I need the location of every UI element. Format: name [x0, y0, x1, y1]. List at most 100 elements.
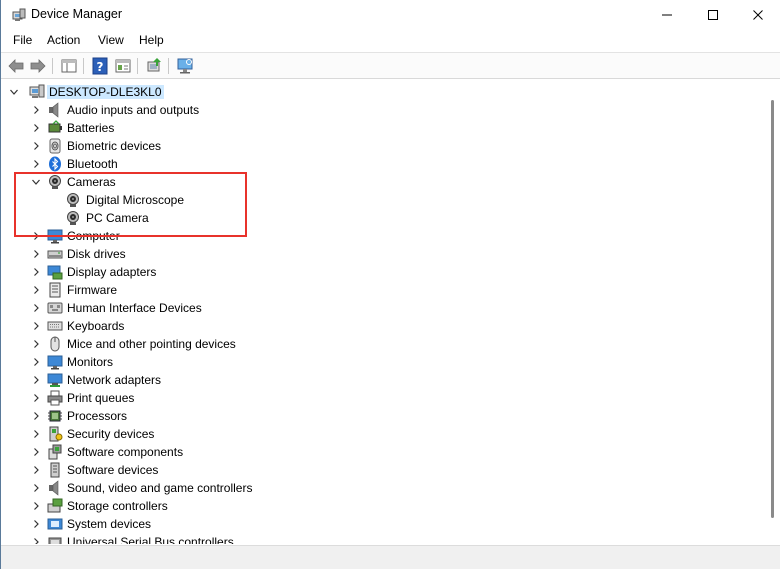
tree-device-row[interactable]: Digital Microscope [2, 191, 742, 209]
network-adapter-icon [47, 372, 63, 388]
chevron-right-icon[interactable] [31, 356, 41, 368]
scan-hardware-icon[interactable] [176, 57, 194, 75]
keyboard-icon [47, 318, 63, 334]
tree-category-row[interactable]: Print queues [2, 389, 742, 407]
chevron-right-icon[interactable] [31, 374, 41, 386]
tree-category-row[interactable]: Disk drives [2, 245, 742, 263]
menu-action[interactable]: Action [47, 33, 80, 47]
tree-category-label: Batteries [67, 121, 115, 135]
tree-category-row[interactable]: Biometric devices [2, 137, 742, 155]
tree-category-row[interactable]: Keyboards [2, 317, 742, 335]
title-bar[interactable]: Device Manager [1, 0, 780, 30]
chevron-right-icon[interactable] [31, 104, 41, 116]
tree-category-row[interactable]: Network adapters [2, 371, 742, 389]
root-label: DESKTOP-DLE3KL0 [47, 85, 164, 99]
chevron-down-icon[interactable] [31, 176, 41, 188]
chevron-right-icon[interactable] [31, 248, 41, 260]
chevron-right-icon[interactable] [31, 392, 41, 404]
tree-category-row[interactable]: Storage controllers [2, 497, 742, 515]
menu-bar: File Action View Help [1, 31, 780, 51]
chevron-right-icon[interactable] [31, 320, 41, 332]
tree-category-row[interactable]: Universal Serial Bus controllers [2, 533, 742, 544]
tree-device-row[interactable]: PC Camera [2, 209, 742, 227]
scrollbar-thumb[interactable] [771, 100, 774, 518]
tree-category-label: System devices [67, 517, 152, 531]
tree-category-label: Display adapters [67, 265, 157, 279]
fingerprint-icon [47, 138, 63, 154]
chevron-right-icon[interactable] [31, 500, 41, 512]
chevron-right-icon[interactable] [31, 464, 41, 476]
monitor-icon [47, 228, 63, 244]
help-icon[interactable]: ? [91, 57, 109, 75]
tree-category-row[interactable]: Monitors [2, 353, 742, 371]
tree-device-label: PC Camera [86, 211, 149, 225]
software-component-icon [47, 444, 63, 460]
tree-category-label: Monitors [67, 355, 114, 369]
tree-category-label: Software devices [67, 463, 159, 477]
monitor-icon [47, 354, 63, 370]
chevron-right-icon[interactable] [31, 536, 41, 544]
tree-category-row[interactable]: Batteries [2, 119, 742, 137]
tree-category-label: Mice and other pointing devices [67, 337, 236, 351]
software-device-icon [47, 462, 63, 478]
tree-category-row[interactable]: Computer [2, 227, 742, 245]
tree-category-row[interactable]: Audio inputs and outputs [2, 101, 742, 119]
back-icon[interactable] [7, 57, 25, 75]
chevron-right-icon[interactable] [31, 518, 41, 530]
chevron-right-icon[interactable] [31, 140, 41, 152]
tree-category-label: Bluetooth [67, 157, 118, 171]
chevron-right-icon[interactable] [31, 428, 41, 440]
menu-help[interactable]: Help [139, 33, 164, 47]
tree-category-row[interactable]: Security devices [2, 425, 742, 443]
speaker-icon [47, 102, 63, 118]
bluetooth-icon [47, 156, 63, 172]
battery-icon [47, 120, 63, 136]
chevron-right-icon[interactable] [31, 122, 41, 134]
tree-category-row[interactable]: Mice and other pointing devices [2, 335, 742, 353]
tree-root-computer[interactable]: DESKTOP-DLE3KL0 [2, 83, 742, 101]
update-driver-icon[interactable] [145, 57, 163, 75]
computer-icon [29, 84, 45, 100]
toolbar-separator [168, 58, 169, 74]
properties-icon[interactable] [114, 57, 132, 75]
tree-category-label: Sound, video and game controllers [67, 481, 253, 495]
forward-icon[interactable] [29, 57, 47, 75]
chevron-right-icon[interactable] [31, 338, 41, 350]
tree-category-row[interactable]: Software components [2, 443, 742, 461]
tree-category-row[interactable]: System devices [2, 515, 742, 533]
chevron-right-icon[interactable] [31, 482, 41, 494]
chevron-right-icon[interactable] [31, 230, 41, 242]
hid-icon [47, 300, 63, 316]
close-button[interactable] [735, 0, 780, 30]
mouse-icon [47, 336, 63, 352]
maximize-button[interactable] [690, 0, 736, 30]
chevron-down-icon[interactable] [9, 86, 19, 98]
processor-icon [47, 408, 63, 424]
minimize-button[interactable] [644, 0, 690, 30]
window-title: Device Manager [31, 7, 123, 21]
chevron-right-icon[interactable] [31, 284, 41, 296]
chevron-right-icon[interactable] [31, 302, 41, 314]
show-hide-console-tree-icon[interactable] [60, 57, 78, 75]
tree-category-row[interactable]: Display adapters [2, 263, 742, 281]
tree-category-row[interactable]: Firmware [2, 281, 742, 299]
chevron-right-icon[interactable] [31, 266, 41, 278]
menu-view[interactable]: View [98, 33, 124, 47]
security-device-icon [47, 426, 63, 442]
display-adapter-icon [47, 264, 63, 280]
tree-device-label: Digital Microscope [86, 193, 185, 207]
tree-category-row[interactable]: Cameras [2, 173, 742, 191]
toolbar-separator [137, 58, 138, 74]
chevron-right-icon[interactable] [31, 410, 41, 422]
chevron-right-icon[interactable] [31, 158, 41, 170]
tree-category-row[interactable]: Human Interface Devices [2, 299, 742, 317]
tree-category-label: Biometric devices [67, 139, 162, 153]
device-tree[interactable]: DESKTOP-DLE3KL0 Audio inputs and outputs… [2, 80, 765, 544]
tree-category-row[interactable]: Software devices [2, 461, 742, 479]
tree-category-row[interactable]: Sound, video and game controllers [2, 479, 742, 497]
menu-file[interactable]: File [13, 33, 32, 47]
vertical-scrollbar[interactable] [765, 80, 780, 544]
tree-category-row[interactable]: Bluetooth [2, 155, 742, 173]
chevron-right-icon[interactable] [31, 446, 41, 458]
tree-category-row[interactable]: Processors [2, 407, 742, 425]
